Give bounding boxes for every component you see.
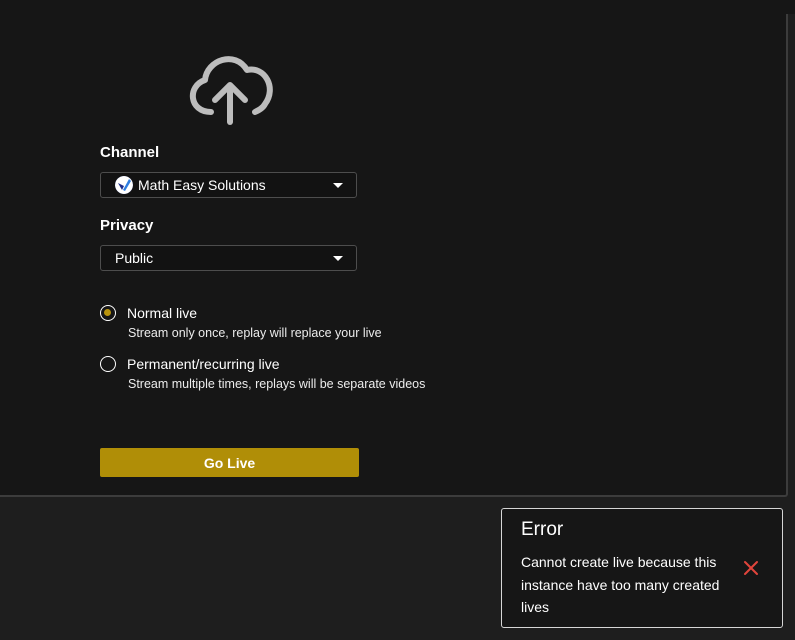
go-live-panel: Channel Math Easy Solutions Privacy Publ… — [0, 14, 788, 497]
privacy-label: Privacy — [100, 217, 154, 234]
normal-live-description: Stream only once, replay will replace yo… — [128, 326, 382, 340]
chevron-down-icon — [333, 183, 343, 188]
permanent-live-title: Permanent/recurring live — [127, 356, 280, 372]
channel-select[interactable]: Math Easy Solutions — [100, 172, 357, 198]
toast-title: Error — [521, 519, 564, 540]
cloud-upload-icon — [189, 56, 273, 125]
channel-avatar-icon — [115, 176, 133, 194]
channel-select-value: Math Easy Solutions — [138, 177, 266, 193]
privacy-select-value: Public — [115, 250, 154, 266]
privacy-select[interactable]: Public — [100, 245, 357, 271]
normal-live-title: Normal live — [127, 305, 198, 321]
go-live-button[interactable]: Go Live — [100, 448, 359, 477]
top-bar — [0, 0, 795, 14]
permanent-live-description: Stream multiple times, replays will be s… — [128, 377, 426, 391]
normal-live-radio[interactable] — [100, 305, 116, 321]
permanent-live-radio[interactable] — [100, 356, 116, 372]
toast-message: Cannot create live because this instance… — [521, 554, 720, 615]
error-toast: Error Cannot create live because this in… — [501, 508, 783, 628]
chevron-down-icon — [333, 256, 343, 261]
close-icon[interactable] — [742, 559, 760, 577]
channel-label: Channel — [100, 144, 160, 161]
